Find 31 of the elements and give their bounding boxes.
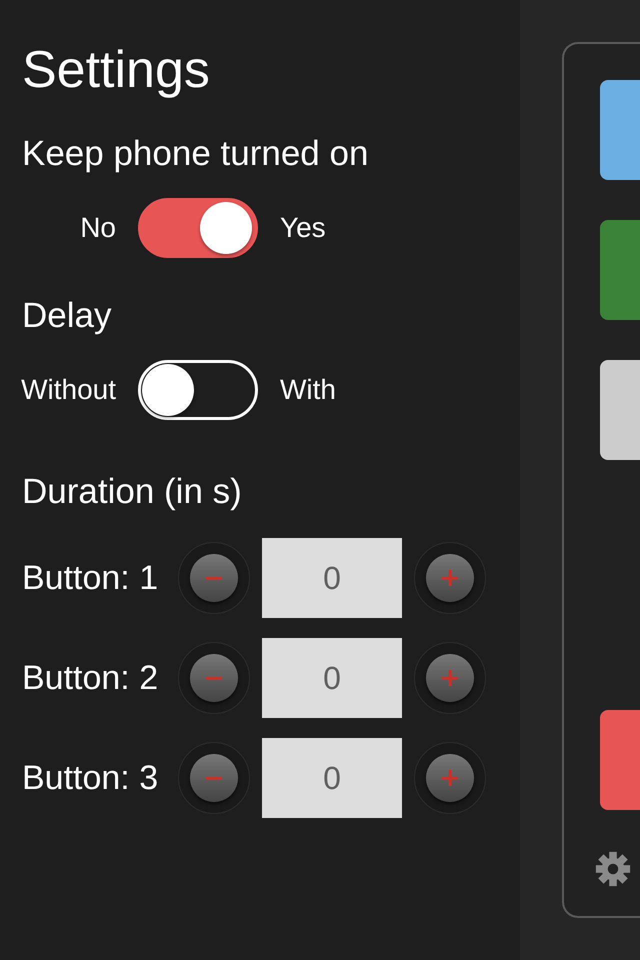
- minus-button[interactable]: [190, 654, 238, 702]
- settings-title: Settings: [22, 40, 211, 101]
- minus-icon: [206, 776, 222, 780]
- value-field[interactable]: 0: [262, 638, 402, 718]
- color-tile[interactable]: [600, 360, 640, 460]
- minus-icon: [206, 676, 222, 680]
- section-title: Keep phone turned on: [22, 133, 370, 175]
- plus-icon: [441, 769, 459, 787]
- off-label: No: [79, 212, 117, 244]
- plus-icon: [441, 669, 459, 687]
- section-title: Duration (in s): [22, 471, 243, 513]
- plus-button[interactable]: [426, 654, 474, 702]
- section-title: Delay: [22, 295, 112, 337]
- on-label: With: [279, 374, 336, 406]
- plus-button[interactable]: [426, 754, 474, 802]
- row-label: Button: 1: [21, 558, 160, 598]
- plus-button[interactable]: [426, 554, 474, 602]
- minus-button[interactable]: [190, 554, 238, 602]
- value-field[interactable]: 0: [262, 738, 402, 818]
- minus-button[interactable]: [190, 754, 238, 802]
- color-tile[interactable]: [600, 220, 640, 320]
- row-label: Button: 3: [21, 758, 160, 798]
- minus-icon: [206, 576, 222, 580]
- on-label: Yes: [279, 212, 326, 244]
- value-field[interactable]: 0: [262, 538, 402, 618]
- off-label: Without: [20, 374, 117, 406]
- plus-icon: [441, 569, 459, 587]
- color-tile[interactable]: [600, 80, 640, 180]
- settings-icon[interactable]: [594, 850, 632, 888]
- row-label: Button: 2: [21, 658, 160, 698]
- color-tile[interactable]: [600, 710, 640, 810]
